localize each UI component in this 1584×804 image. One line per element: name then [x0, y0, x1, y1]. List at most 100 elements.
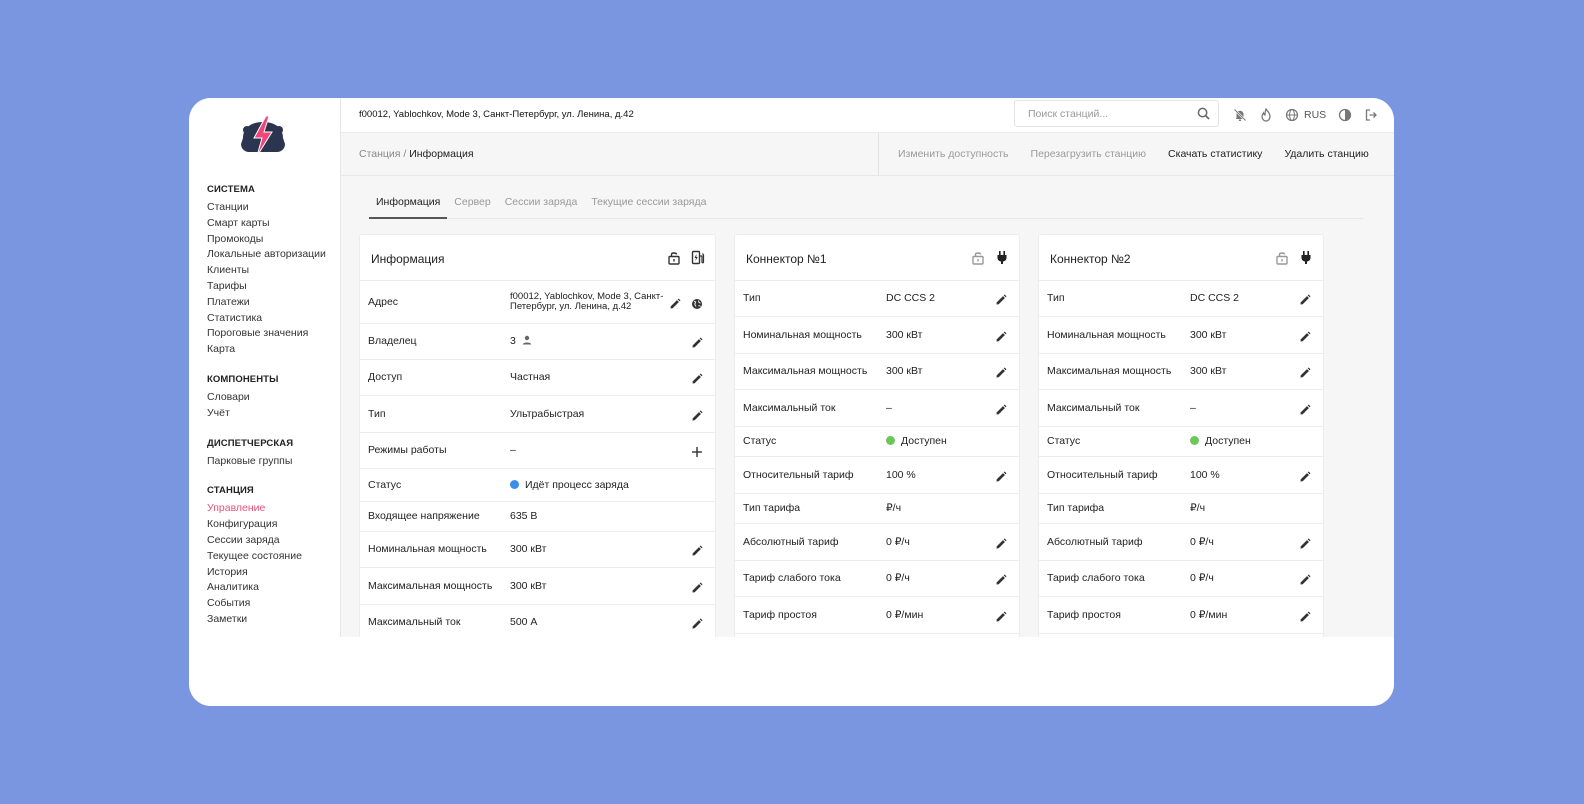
- row-value-text: Ультрабыстрая: [510, 407, 585, 420]
- row-value-text: 0 ₽/ч: [1190, 572, 1214, 584]
- nav-group: СИСТЕМА Станции Смарт карты Промокоды Локаль…: [207, 182, 337, 358]
- edit-pencil-icon[interactable]: [691, 581, 703, 593]
- add-plus-icon[interactable]: [691, 445, 703, 457]
- edit-pencil-icon[interactable]: [995, 366, 1007, 378]
- sidebar-item[interactable]: Промокоды: [207, 232, 337, 248]
- edit-pencil-icon[interactable]: [1299, 537, 1311, 549]
- theme-toggle-icon[interactable]: [1338, 108, 1352, 122]
- charging-station-icon[interactable]: [691, 250, 705, 265]
- row-label: Тип: [1047, 292, 1065, 304]
- tab[interactable]: Текущие сессии заряда: [584, 196, 713, 219]
- logout-icon[interactable]: [1364, 108, 1378, 122]
- sidebar-item[interactable]: Управление: [207, 501, 337, 517]
- sidebar-item[interactable]: Учёт: [207, 406, 337, 422]
- nav-group: КОМПОНЕНТЫ Словари Учёт: [207, 372, 337, 422]
- sidebar-item[interactable]: Конфигурация: [207, 517, 337, 533]
- edit-pencil-icon[interactable]: [691, 617, 703, 629]
- edit-pencil-icon[interactable]: [669, 297, 681, 309]
- sidebar-item[interactable]: Аналитика: [207, 580, 337, 596]
- unlock-icon[interactable]: [1275, 250, 1289, 265]
- row-value: 500 А: [510, 616, 537, 628]
- globe-map-icon[interactable]: [691, 297, 703, 309]
- plug-icon[interactable]: [995, 250, 1009, 265]
- edit-pencil-icon[interactable]: [1299, 293, 1311, 305]
- row-value: DC CCS 2: [1190, 292, 1239, 304]
- row-value-text: 100 %: [1190, 468, 1220, 481]
- sidebar-item[interactable]: Локальные авторизации: [207, 247, 337, 263]
- person-icon: [516, 335, 532, 347]
- row-label: Входящее напряжение: [368, 510, 480, 522]
- sidebar-item[interactable]: Пороговые значения: [207, 326, 337, 342]
- globe-icon[interactable]: [1285, 108, 1299, 122]
- edit-pencil-icon[interactable]: [691, 372, 703, 384]
- table-row: Абсолютный тариф 0 ₽/ч: [1039, 524, 1323, 561]
- breadcrumb-root[interactable]: Станция: [359, 148, 400, 160]
- edit-pencil-icon[interactable]: [995, 403, 1007, 415]
- station-search[interactable]: [1014, 100, 1219, 127]
- plug-icon[interactable]: [1299, 250, 1313, 265]
- table-row: Максимальный ток –: [1039, 390, 1323, 427]
- connector-1-rows: Тип DC CCS 2 Номинальная мощность 300 кВт Ма…: [735, 281, 1019, 634]
- edit-pencil-icon[interactable]: [691, 336, 703, 348]
- edit-pencil-icon[interactable]: [1299, 366, 1311, 378]
- station-action-button[interactable]: Изменить доступность: [898, 148, 1009, 160]
- row-label: Абсолютный тариф: [743, 535, 839, 548]
- table-row: Максимальная мощность 300 кВт: [360, 568, 715, 605]
- unlock-icon[interactable]: [971, 250, 985, 265]
- row-label: Тариф простоя: [743, 608, 817, 621]
- tab[interactable]: Сессии заряда: [498, 196, 585, 219]
- sidebar-item[interactable]: События: [207, 596, 337, 612]
- station-action-button[interactable]: Удалить станцию: [1284, 148, 1368, 160]
- language-selector[interactable]: RUS: [1304, 109, 1326, 121]
- sidebar-item[interactable]: Смарт карты: [207, 216, 337, 232]
- row-value: 0 ₽/мин: [886, 609, 923, 621]
- station-action-button[interactable]: Перезагрузить станцию: [1031, 148, 1147, 160]
- row-value-text: Идёт процесс заряда: [525, 478, 629, 491]
- tab[interactable]: Сервер: [447, 196, 497, 219]
- sidebar-item[interactable]: Карта: [207, 342, 337, 358]
- sidebar-item[interactable]: Словари: [207, 390, 337, 406]
- sidebar-item[interactable]: Статистика: [207, 311, 337, 327]
- sidebar-item[interactable]: Тарифы: [207, 279, 337, 295]
- edit-pencil-icon[interactable]: [1299, 403, 1311, 415]
- edit-pencil-icon[interactable]: [1299, 470, 1311, 482]
- sidebar-item[interactable]: Клиенты: [207, 263, 337, 279]
- flame-icon[interactable]: [1259, 108, 1273, 122]
- tab-bar: Информация Сервер Сессии заряда Текущие сес…: [369, 196, 1363, 219]
- row-label: Номинальная мощность: [1047, 328, 1166, 341]
- edit-pencil-icon[interactable]: [691, 409, 703, 421]
- connector-1-card: Коннектор №1 Тип DC CCS 2 Номинальная мощн…: [734, 234, 1020, 637]
- bell-off-icon[interactable]: [1233, 108, 1247, 122]
- tab[interactable]: Информация: [369, 196, 448, 219]
- table-row: Тариф слабого тока 0 ₽/ч: [735, 561, 1019, 597]
- edit-pencil-icon[interactable]: [1299, 330, 1311, 342]
- search-icon[interactable]: [1197, 107, 1210, 120]
- edit-pencil-icon[interactable]: [995, 537, 1007, 549]
- edit-pencil-icon[interactable]: [995, 330, 1007, 342]
- row-value: 100 %: [1190, 469, 1220, 481]
- row-value: f00012, Yablochkov, Mode 3, Санкт-Петерб…: [510, 291, 670, 312]
- table-row: Тип тарифа ₽/ч: [1039, 494, 1323, 524]
- edit-pencil-icon[interactable]: [995, 470, 1007, 482]
- station-action-button[interactable]: Скачать статистику: [1168, 148, 1262, 160]
- row-label: Номинальная мощность: [743, 328, 862, 341]
- edit-pencil-icon[interactable]: [1299, 573, 1311, 585]
- lock-icon[interactable]: [667, 250, 681, 265]
- edit-pencil-icon[interactable]: [1299, 610, 1311, 622]
- edit-pencil-icon[interactable]: [995, 293, 1007, 305]
- logo-icon[interactable]: [237, 114, 289, 158]
- edit-pencil-icon[interactable]: [995, 610, 1007, 622]
- sidebar-item[interactable]: Заметки: [207, 612, 337, 628]
- sidebar-item[interactable]: Станции: [207, 200, 337, 216]
- sidebar-item[interactable]: Парковые группы: [207, 454, 337, 470]
- sidebar-item[interactable]: Платежи: [207, 295, 337, 311]
- search-input[interactable]: [1015, 101, 1185, 126]
- edit-pencil-icon[interactable]: [995, 573, 1007, 585]
- edit-pencil-icon[interactable]: [691, 544, 703, 556]
- row-value-text: 300 кВт: [510, 579, 547, 592]
- sidebar-item[interactable]: Сессии заряда: [207, 533, 337, 549]
- sidebar-item[interactable]: История: [207, 565, 337, 581]
- table-row: Тип DC CCS 2: [1039, 281, 1323, 317]
- sidebar-item[interactable]: Текущее состояние: [207, 549, 337, 565]
- row-label: Тариф слабого тока: [1047, 572, 1145, 584]
